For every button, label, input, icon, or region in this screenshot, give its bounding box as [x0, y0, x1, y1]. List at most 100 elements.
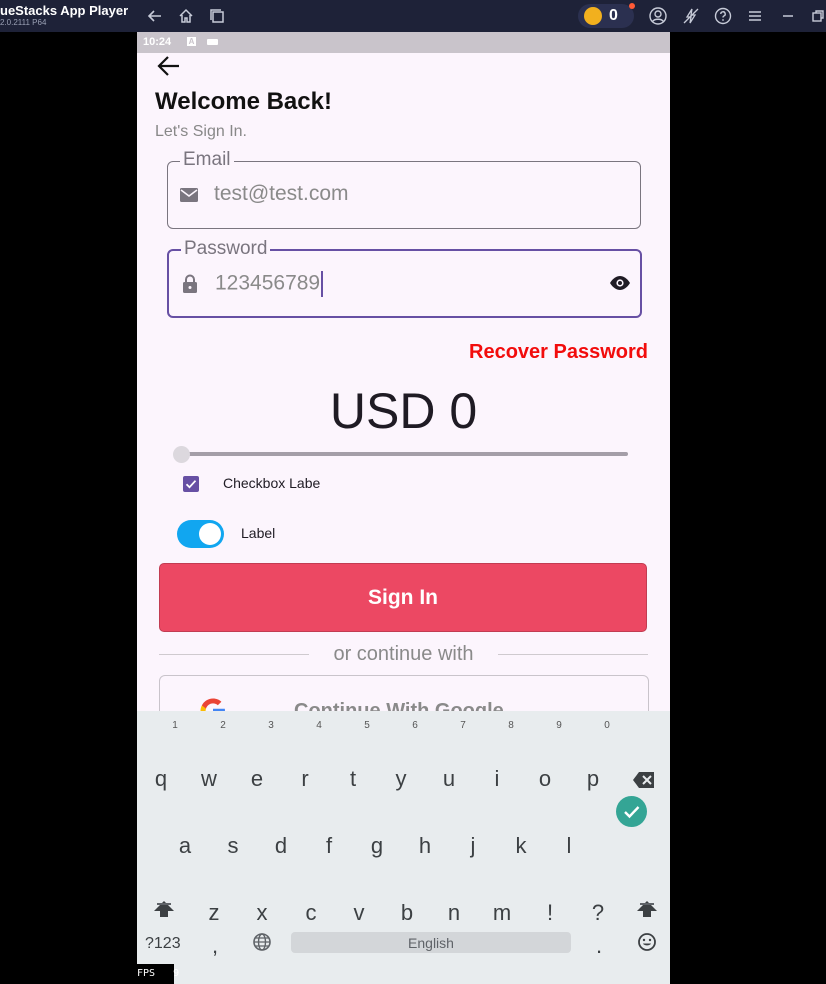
status-bar: 10:24 A	[137, 32, 670, 53]
checkmark-icon	[624, 806, 640, 819]
key-n[interactable]: n	[437, 900, 471, 926]
coin-count: 0	[609, 7, 618, 24]
key-period[interactable]: .	[582, 933, 616, 959]
emoji-key[interactable]	[630, 932, 664, 958]
amount-slider-track[interactable]	[181, 452, 628, 456]
lock-icon	[179, 273, 201, 295]
checkbox[interactable]	[183, 476, 199, 492]
password-value: 123456789	[215, 271, 321, 295]
amount-slider-thumb[interactable]	[173, 446, 190, 463]
key-a[interactable]: a	[168, 833, 202, 859]
key-p[interactable]: p	[576, 766, 610, 792]
key-hint: 5	[364, 720, 370, 731]
phone-screen: 10:24 A Welcome Back! Let's Sign In. Ema…	[137, 32, 670, 984]
fps-counter: FPS 9	[137, 964, 179, 984]
soft-keyboard: 1 2 3 4 5 6 7 8 9 0 q w e r t y u i o p …	[137, 711, 670, 984]
back-arrow-icon[interactable]	[145, 6, 165, 26]
key-hint: 0	[604, 720, 610, 731]
key-o[interactable]: o	[528, 766, 562, 792]
key-y[interactable]: y	[384, 766, 418, 792]
home-icon[interactable]	[176, 6, 196, 26]
email-value: test@test.com	[214, 182, 349, 205]
key-s[interactable]: s	[216, 833, 250, 859]
language-key[interactable]	[245, 932, 279, 958]
key-m[interactable]: m	[485, 900, 519, 926]
backspace-icon	[633, 772, 654, 788]
notification-dot	[629, 3, 635, 9]
key-hint: 2	[220, 720, 226, 731]
key-hint: 6	[412, 720, 418, 731]
shift-icon	[637, 901, 657, 917]
key-h[interactable]: h	[408, 833, 442, 859]
shift-icon	[154, 901, 174, 917]
minimize-icon[interactable]	[778, 6, 798, 26]
menu-icon[interactable]	[745, 6, 765, 26]
notification-a-icon: A	[187, 37, 196, 46]
key-hint: 3	[268, 720, 274, 731]
key-x[interactable]: x	[245, 900, 279, 926]
fps-label: FPS	[137, 968, 156, 979]
key-question[interactable]: ?	[581, 900, 615, 926]
shift-indicator	[640, 903, 654, 905]
password-field[interactable]: Password 123456789	[167, 238, 642, 318]
key-e[interactable]: e	[240, 766, 274, 792]
key-q[interactable]: q	[144, 766, 178, 792]
symbols-key[interactable]: ?123	[145, 935, 181, 953]
multitask-icon[interactable]	[207, 6, 227, 26]
key-comma[interactable]: ,	[198, 933, 232, 959]
key-c[interactable]: c	[294, 900, 328, 926]
toggle-switch[interactable]	[177, 520, 224, 548]
key-z[interactable]: z	[197, 900, 231, 926]
key-b[interactable]: b	[390, 900, 424, 926]
password-label: Password	[181, 238, 271, 260]
key-hint: 4	[316, 720, 322, 731]
toggle-label: Label	[241, 525, 276, 541]
emoji-icon	[638, 933, 656, 951]
host-title-bar: ueStacks App Player 2.0.2111 P64 0	[0, 0, 826, 32]
help-icon[interactable]	[713, 6, 733, 26]
host-version: 2.0.2111 P64	[0, 18, 47, 27]
eye-icon[interactable]	[608, 271, 632, 295]
key-r[interactable]: r	[288, 766, 322, 792]
key-t[interactable]: t	[336, 766, 370, 792]
key-hint: 1	[172, 720, 178, 731]
page-title: Welcome Back!	[155, 88, 332, 115]
key-j[interactable]: j	[456, 833, 490, 859]
arrow-left-icon	[157, 56, 179, 76]
fps-value: 9	[173, 968, 180, 979]
check-icon	[185, 480, 197, 489]
email-field[interactable]: Email test@test.com	[167, 149, 641, 229]
key-f[interactable]: f	[312, 833, 346, 859]
status-time: 10:24	[143, 36, 172, 48]
back-button[interactable]	[155, 52, 183, 80]
key-d[interactable]: d	[264, 833, 298, 859]
key-i[interactable]: i	[480, 766, 514, 792]
space-key[interactable]: English	[291, 932, 571, 953]
performance-icon[interactable]	[681, 6, 701, 26]
amount-display: USD 0	[329, 383, 478, 439]
coin-icon	[584, 7, 602, 25]
account-icon[interactable]	[648, 6, 668, 26]
key-u[interactable]: u	[432, 766, 466, 792]
restore-icon[interactable]	[808, 6, 826, 26]
key-w[interactable]: w	[192, 766, 226, 792]
email-label: Email	[180, 149, 234, 171]
sign-in-button[interactable]: Sign In	[159, 563, 647, 632]
key-hint: 7	[460, 720, 466, 731]
key-v[interactable]: v	[342, 900, 376, 926]
globe-icon	[253, 933, 271, 951]
enter-key[interactable]	[616, 796, 647, 827]
key-g[interactable]: g	[360, 833, 394, 859]
recover-password-link[interactable]: Recover Password	[469, 341, 648, 364]
key-exclamation[interactable]: !	[533, 900, 567, 926]
host-app-title: ueStacks App Player	[0, 3, 129, 18]
key-k[interactable]: k	[504, 833, 538, 859]
text-caret	[321, 271, 324, 297]
password-value-wrapper: 123456789	[215, 271, 324, 297]
shift-indicator	[157, 903, 171, 905]
divider-line-right	[498, 654, 648, 655]
backspace-key[interactable]	[627, 769, 661, 795]
coin-counter[interactable]: 0	[578, 3, 635, 28]
key-l[interactable]: l	[552, 833, 586, 859]
mail-icon	[178, 184, 200, 206]
